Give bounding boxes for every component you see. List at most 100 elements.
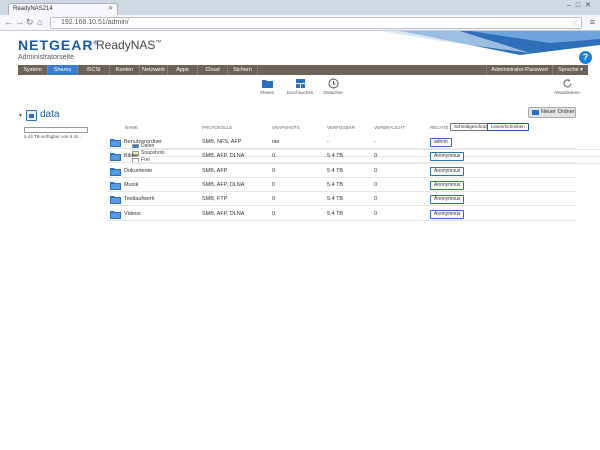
share-used: 0 xyxy=(374,196,378,203)
column-header-rights[interactable]: Rechte xyxy=(430,125,449,130)
share-snapshots: 0 xyxy=(272,181,276,188)
share-used: 0 xyxy=(374,167,378,174)
folder-icon xyxy=(110,167,121,176)
table-row[interactable]: Musik SMB, AFP, DLNA 0 5.4 TB 0 Anonymous xyxy=(108,179,576,192)
share-snapshots: nie xyxy=(272,139,280,145)
forward-icon[interactable]: → xyxy=(15,17,24,28)
share-name[interactable]: Benutzerordner xyxy=(124,136,162,149)
browse-network-icon xyxy=(295,79,305,88)
share-rights-badge[interactable]: Anonymous xyxy=(430,195,465,205)
address-bar[interactable]: ▫ 192.168.10.51/admin/ ☆ xyxy=(50,17,582,29)
browser-tab-title: ReadyNAS214 xyxy=(13,6,53,12)
folder-icon xyxy=(110,210,121,219)
toolbar-timeline[interactable]: Zeitachse xyxy=(318,78,348,95)
share-available: 5.4 TB xyxy=(327,153,344,160)
share-protocols: SMB, FTP xyxy=(202,196,228,203)
share-name[interactable]: Testlaufwerk xyxy=(124,193,155,206)
clock-icon xyxy=(328,78,338,89)
app-header: NETGEAR® ReadyNAS™ Administratorseite ? xyxy=(0,31,600,65)
bookmark-star-icon[interactable]: ☆ xyxy=(571,18,578,28)
share-used: 0 xyxy=(374,153,378,160)
page-icon: ▫ xyxy=(53,20,56,26)
table-row[interactable]: Videos SMB, AFP, DLNA 0 5.4 TB 0 Anonymous xyxy=(108,208,576,221)
column-header-name[interactable]: Name xyxy=(125,125,138,130)
new-folder-button[interactable]: Neuer Ordner xyxy=(528,107,576,118)
column-header-available[interactable]: Verfügbar xyxy=(327,125,355,130)
column-header-protocols[interactable]: Protokolle xyxy=(202,125,232,130)
share-protocols: SMB, AFP, DLNA xyxy=(202,181,245,188)
share-used: 0 xyxy=(374,181,378,188)
toolbar-browse[interactable]: Durchsuchen xyxy=(285,78,315,95)
window-controls[interactable]: –□✕ xyxy=(567,1,596,9)
nav-shares[interactable]: Shares xyxy=(48,65,78,75)
folder-icon xyxy=(110,181,121,190)
share-rights-badge[interactable]: Anonymous xyxy=(430,209,465,219)
url-text: 192.168.10.51/admin/ xyxy=(61,19,129,26)
volume-available-text: 5.44 TB verfügbar von 5.44... xyxy=(24,134,83,139)
table-row[interactable]: Testlaufwerk SMB, FTP 0 5.4 TB 0 Anonymous xyxy=(108,193,576,207)
share-available: 5.4 TB xyxy=(327,196,344,203)
nav-konten[interactable]: Konten xyxy=(110,65,140,75)
page-subtitle: Administratorseite xyxy=(18,54,75,61)
home-icon[interactable]: ⌂ xyxy=(37,17,42,28)
share-rights-badge[interactable]: Anonymous xyxy=(430,166,465,176)
logo-text: NETGEAR xyxy=(18,37,94,53)
toolbar-timeline-label: Zeitachse xyxy=(323,90,343,95)
toolbar-shares[interactable]: Shares xyxy=(252,78,282,95)
share-name[interactable]: Musik xyxy=(124,179,138,192)
trademark-mark: ™ xyxy=(155,40,162,46)
refresh-icon xyxy=(562,79,572,88)
table-row[interactable]: Benutzerordner SMB, NFS, AFP nie - - admin xyxy=(108,136,576,149)
user-folder-icon xyxy=(110,139,121,147)
product-name: ReadyNAS™ xyxy=(96,38,161,52)
share-protocols: SMB, AFP, DLNA xyxy=(202,153,245,160)
share-available: 5.4 TB xyxy=(327,167,344,174)
share-name[interactable]: Bilder xyxy=(124,150,138,163)
share-name[interactable]: Dokumente xyxy=(124,165,152,178)
help-icon[interactable]: ? xyxy=(579,51,592,64)
table-row[interactable]: Dokumente SMB, AFP 0 5.4 TB 0 Anonymous xyxy=(108,165,576,178)
new-folder-label: Neuer Ordner xyxy=(541,109,575,115)
collapse-arrow-icon[interactable]: ▼ xyxy=(18,113,23,119)
admin-password-button[interactable]: Administrator-Passwort xyxy=(486,65,552,75)
volume-name: data xyxy=(40,109,60,120)
share-used: 0 xyxy=(374,210,378,217)
back-icon[interactable]: ← xyxy=(4,17,13,28)
browser-menu-icon[interactable]: ≡ xyxy=(590,17,595,27)
nav-netzwerk[interactable]: Netzwerk xyxy=(140,65,168,75)
nav-sichern[interactable]: Sichern xyxy=(228,65,258,75)
nav-iscsi[interactable]: iSCSI xyxy=(78,65,110,75)
folder-icon xyxy=(110,153,121,162)
volume-icon xyxy=(26,110,37,121)
nav-apps[interactable]: Apps xyxy=(168,65,198,75)
share-rights-badge[interactable]: Anonymous xyxy=(430,152,465,162)
browser-toolbar: ← → ↻ ⌂ ▫ 192.168.10.51/admin/ ☆ ≡ xyxy=(0,15,600,31)
share-name[interactable]: Videos xyxy=(124,208,141,221)
share-rights-badge[interactable]: admin xyxy=(430,138,452,147)
nav-cloud[interactable]: Cloud xyxy=(198,65,228,75)
share-protocols: SMB, NFS, AFP xyxy=(202,139,242,145)
share-protocols: SMB, AFP, DLNA xyxy=(202,210,245,217)
toolbar-refresh-label: Aktualisieren xyxy=(554,90,580,95)
browser-tab-strip: ReadyNAS214 ✕ –□✕ xyxy=(0,0,600,15)
browser-tab[interactable]: ReadyNAS214 ✕ xyxy=(8,3,118,15)
share-rights-badge[interactable]: Anonymous xyxy=(430,180,465,190)
nav-system[interactable]: System xyxy=(18,65,48,75)
share-protocols: SMB, AFP xyxy=(202,167,228,174)
folder-icon xyxy=(110,196,121,205)
language-menu[interactable]: Sprache ▾ xyxy=(552,65,588,75)
close-tab-icon[interactable]: ✕ xyxy=(108,4,113,15)
share-used: - xyxy=(374,139,376,145)
column-header-used[interactable]: Verbraucht xyxy=(374,125,405,130)
read-write-mode-button[interactable]: Lesen/Schreiben xyxy=(487,123,529,131)
netgear-logo: NETGEAR® xyxy=(18,37,99,53)
reload-icon[interactable]: ↻ xyxy=(26,17,34,28)
volume-usage-bar xyxy=(24,127,88,133)
table-row[interactable]: Bilder SMB, AFP, DLNA 0 5.4 TB 0 Anonymous xyxy=(108,150,576,164)
share-snapshots: 0 xyxy=(272,196,276,203)
toolbar-shares-label: Shares xyxy=(259,90,275,95)
folder-icon xyxy=(261,80,273,88)
column-header-snapshots[interactable]: Snapshots xyxy=(272,125,300,130)
toolbar-refresh[interactable]: Aktualisieren xyxy=(552,78,582,95)
header-swoosh-graphic xyxy=(380,31,600,55)
